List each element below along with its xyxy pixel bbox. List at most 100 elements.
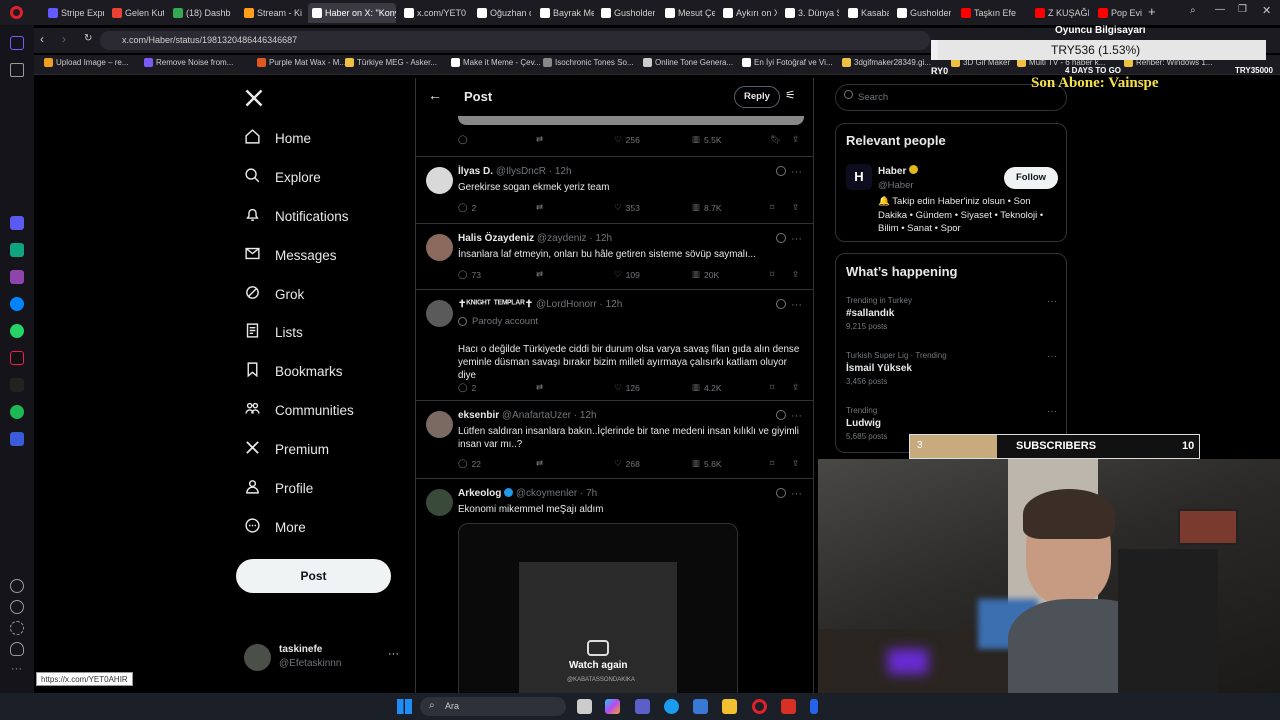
x-sidebar-icon[interactable] [10, 378, 24, 392]
bookmark-icon[interactable]: ⌑ [770, 202, 774, 213]
bookmark-icon[interactable]: 🔖︎ [770, 134, 781, 145]
bookmark-icon[interactable]: ⌑ [770, 458, 774, 469]
bookmark-item[interactable]: En İyi Fotoğraf ve Vi... [742, 58, 833, 67]
reply-tweet[interactable]: Halis Özaydeniz @zaydeniz · 12h ··· İnsanl… [416, 224, 813, 290]
task-view-icon[interactable] [577, 699, 592, 714]
avatar[interactable] [426, 489, 453, 516]
author-handle[interactable]: @AnafartaUzer · 12h [502, 410, 597, 421]
maximize-button[interactable]: ❐ [1238, 4, 1247, 15]
account-more-icon[interactable]: ··· [388, 648, 399, 660]
grok-icon[interactable] [776, 166, 786, 176]
bookmark-item[interactable]: Remove Noise from... [144, 58, 233, 67]
app-icon[interactable] [810, 699, 818, 714]
store-icon[interactable] [693, 699, 708, 714]
explorer-icon[interactable] [722, 699, 737, 714]
retweet-icon[interactable]: ⇄ [536, 458, 543, 469]
nav-item-home[interactable]: Home [244, 126, 311, 150]
author-name[interactable]: İlyas D. [458, 166, 493, 177]
reload-icon[interactable]: ↻ [84, 33, 92, 44]
reply-button[interactable]: ◯ 2 [458, 382, 476, 393]
reply-tweet[interactable]: ✝ᴷᴺᴵᴳᴴᵀ ᵀᴱᴹᴾᴸᴬᴿ✝ @LordHonorr · 12h ··· Par… [416, 290, 813, 401]
author-handle[interactable]: @ckoymenler · 7h [516, 488, 597, 499]
bookmark-icon[interactable]: ⌑ [770, 269, 774, 280]
browser-tab[interactable]: Stream - Ki [240, 3, 304, 23]
browser-tab[interactable]: Gusholder [597, 3, 655, 23]
nav-item-premium[interactable]: Premium [244, 437, 329, 461]
browser-tab[interactable]: Bayrak Med [536, 3, 594, 23]
more-options-icon[interactable]: ··· [791, 488, 802, 500]
author-handle[interactable]: @LordHonorr · 12h [536, 299, 622, 310]
avatar[interactable] [426, 411, 453, 438]
reply-tweet[interactable]: Arkeolog @ckoymenler · 7h ··· Ekonomi mike… [416, 479, 813, 693]
teams-icon[interactable] [635, 699, 650, 714]
views-stat[interactable]: ▥ 20K [692, 269, 719, 280]
tiktok-sidebar-icon[interactable] [10, 351, 24, 365]
spotify-sidebar-icon[interactable] [10, 405, 24, 419]
more-options-icon[interactable]: ··· [791, 410, 802, 422]
account-switcher[interactable]: taskinefe @Efetaskinnn ··· [244, 642, 404, 676]
author-handle[interactable]: @IlysDncR · 12h [496, 166, 572, 177]
more-options-icon[interactable]: ··· [791, 166, 802, 178]
player-sidebar-icon[interactable] [10, 432, 24, 446]
reply-button[interactable]: ◯ 73 [458, 269, 481, 280]
more-options-icon[interactable]: ··· [791, 299, 802, 311]
reply-button[interactable]: ◯ 2 [458, 202, 476, 213]
trend-more-icon[interactable]: ··· [1047, 351, 1057, 362]
browser-tab[interactable]: Gusholder [893, 3, 951, 23]
chatgpt-sidebar-icon[interactable] [10, 243, 24, 257]
new-tab-button[interactable]: + [1148, 4, 1156, 19]
cs-sidebar-icon[interactable] [10, 270, 24, 284]
x-logo-icon[interactable] [244, 88, 264, 108]
edge-icon[interactable] [664, 699, 679, 714]
trend-item[interactable]: Turkish Super Lig · Trending İsmail Yükse… [846, 351, 1061, 386]
share-icon[interactable]: ⇪ [792, 269, 799, 280]
heart-sidebar-icon[interactable] [10, 579, 24, 593]
grok-icon[interactable] [776, 233, 786, 243]
browser-tab[interactable]: Gelen Kutu [108, 3, 164, 23]
grok-icon[interactable] [776, 410, 786, 420]
more-sidebar-icon[interactable]: ··· [11, 663, 22, 675]
star-sidebar-icon[interactable] [10, 63, 24, 77]
browser-tab[interactable]: Haber on X: "Konya [308, 3, 396, 23]
nav-item-notifications[interactable]: Notifications [244, 204, 349, 228]
history-sidebar-icon[interactable] [10, 600, 24, 614]
like-button[interactable]: ♡ 268 [614, 458, 640, 469]
nav-item-explore[interactable]: Explore [244, 165, 321, 189]
back-icon[interactable]: ‹ [40, 32, 44, 46]
whatsapp-sidebar-icon[interactable] [10, 324, 24, 338]
retweet-icon[interactable]: ⇄ [536, 382, 543, 393]
bookmark-item[interactable]: Make it Meme - Çev... [451, 58, 541, 67]
bookmark-item[interactable]: Isochronic Tones So... [543, 58, 634, 67]
author-name[interactable]: Halis Özaydeniz [458, 233, 534, 244]
retweet-icon[interactable]: ⇄ [536, 134, 543, 145]
back-arrow-icon[interactable]: ← [428, 87, 442, 103]
browser-tab[interactable]: Pop Evil fea [1094, 3, 1142, 23]
replay-icon[interactable] [587, 640, 609, 656]
bookmark-item[interactable]: Upload Image – re... [44, 58, 128, 67]
reply-button[interactable]: ◯ 22 [458, 458, 481, 469]
nav-item-lists[interactable]: Lists [244, 320, 303, 344]
opera-icon[interactable] [752, 699, 767, 714]
reply-button[interactable]: Reply [734, 86, 780, 108]
browser-tab[interactable]: x.com/YET0 [400, 3, 468, 23]
post-button[interactable]: Post [236, 559, 391, 593]
browser-menu-icon[interactable] [10, 6, 23, 19]
browser-tab[interactable]: Kasabadak [844, 3, 889, 23]
browser-tab[interactable]: Oğuzhan on [473, 3, 531, 23]
share-icon[interactable]: ⇪ [792, 202, 799, 213]
views-stat[interactable]: ▥ 5.5K [692, 134, 722, 145]
close-window-button[interactable]: ✕ [1262, 4, 1271, 17]
bookmark-item[interactable]: Türkiye MEG - Asker... [345, 58, 437, 67]
author-handle[interactable]: @zaydeniz · 12h [537, 233, 612, 244]
avatar[interactable] [426, 300, 453, 327]
avatar[interactable] [426, 167, 453, 194]
nav-item-profile[interactable]: Profile [244, 476, 313, 500]
browser-tab[interactable]: Taşkın Efe [957, 3, 1025, 23]
bookmark-item[interactable]: Online Tone Genera... [643, 58, 733, 67]
views-stat[interactable]: ▥ 4.2K [692, 382, 722, 393]
grok-icon[interactable] [776, 488, 786, 498]
reply-tweet[interactable]: İlyas D. @IlysDncR · 12h ··· Gerekirse sog… [416, 157, 813, 224]
bulb-sidebar-icon[interactable] [10, 642, 24, 656]
avatar[interactable] [426, 234, 453, 261]
browser-tab[interactable]: 3. Dünya Sa [781, 3, 839, 23]
